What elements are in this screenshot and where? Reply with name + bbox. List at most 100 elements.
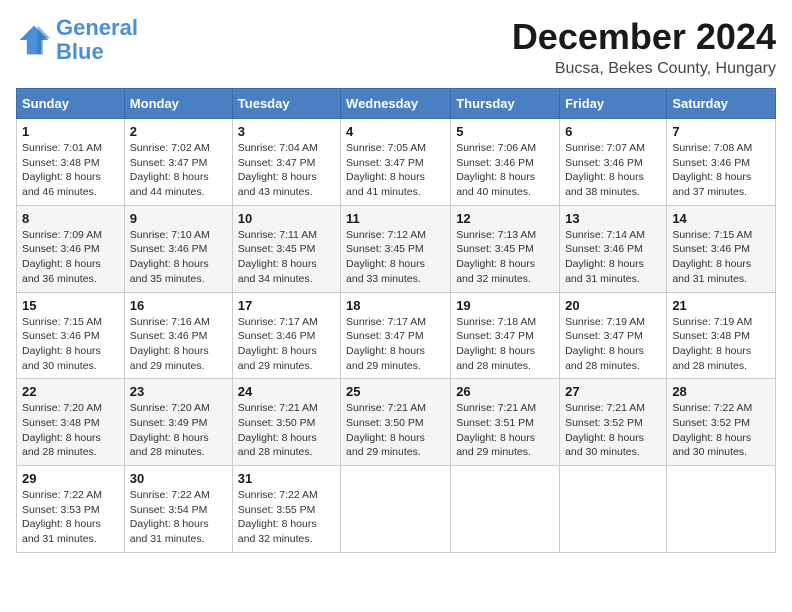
day-info: Sunrise: 7:09 AM Sunset: 3:46 PM Dayligh…	[22, 228, 119, 287]
table-cell	[341, 466, 451, 553]
table-cell: 31 Sunrise: 7:22 AM Sunset: 3:55 PM Dayl…	[232, 466, 340, 553]
day-info: Sunrise: 7:15 AM Sunset: 3:46 PM Dayligh…	[22, 315, 119, 374]
day-number: 31	[238, 471, 335, 486]
table-cell	[560, 466, 667, 553]
day-number: 27	[565, 384, 661, 399]
day-info: Sunrise: 7:22 AM Sunset: 3:54 PM Dayligh…	[130, 488, 227, 547]
day-info: Sunrise: 7:21 AM Sunset: 3:52 PM Dayligh…	[565, 401, 661, 460]
day-info: Sunrise: 7:06 AM Sunset: 3:46 PM Dayligh…	[456, 141, 554, 200]
day-number: 20	[565, 298, 661, 313]
logo-text: General Blue	[56, 16, 138, 64]
table-cell	[451, 466, 560, 553]
day-number: 12	[456, 211, 554, 226]
day-number: 2	[130, 124, 227, 139]
table-cell: 27 Sunrise: 7:21 AM Sunset: 3:52 PM Dayl…	[560, 379, 667, 466]
day-number: 8	[22, 211, 119, 226]
day-number: 18	[346, 298, 445, 313]
col-friday: Friday	[560, 89, 667, 119]
day-info: Sunrise: 7:20 AM Sunset: 3:48 PM Dayligh…	[22, 401, 119, 460]
day-number: 9	[130, 211, 227, 226]
day-info: Sunrise: 7:05 AM Sunset: 3:47 PM Dayligh…	[346, 141, 445, 200]
day-number: 15	[22, 298, 119, 313]
day-info: Sunrise: 7:21 AM Sunset: 3:50 PM Dayligh…	[346, 401, 445, 460]
table-cell: 18 Sunrise: 7:17 AM Sunset: 3:47 PM Dayl…	[341, 292, 451, 379]
calendar-header-row: Sunday Monday Tuesday Wednesday Thursday…	[17, 89, 776, 119]
table-cell: 22 Sunrise: 7:20 AM Sunset: 3:48 PM Dayl…	[17, 379, 125, 466]
table-cell: 3 Sunrise: 7:04 AM Sunset: 3:47 PM Dayli…	[232, 119, 340, 206]
table-cell: 9 Sunrise: 7:10 AM Sunset: 3:46 PM Dayli…	[124, 205, 232, 292]
day-info: Sunrise: 7:15 AM Sunset: 3:46 PM Dayligh…	[672, 228, 770, 287]
location-title: Bucsa, Bekes County, Hungary	[512, 60, 776, 78]
day-number: 5	[456, 124, 554, 139]
month-title: December 2024	[512, 16, 776, 58]
day-number: 28	[672, 384, 770, 399]
day-info: Sunrise: 7:21 AM Sunset: 3:51 PM Dayligh…	[456, 401, 554, 460]
day-info: Sunrise: 7:11 AM Sunset: 3:45 PM Dayligh…	[238, 228, 335, 287]
day-number: 7	[672, 124, 770, 139]
header-area: General Blue December 2024 Bucsa, Bekes …	[16, 16, 776, 78]
day-number: 17	[238, 298, 335, 313]
table-cell: 15 Sunrise: 7:15 AM Sunset: 3:46 PM Dayl…	[17, 292, 125, 379]
table-cell: 10 Sunrise: 7:11 AM Sunset: 3:45 PM Dayl…	[232, 205, 340, 292]
day-number: 3	[238, 124, 335, 139]
table-cell: 4 Sunrise: 7:05 AM Sunset: 3:47 PM Dayli…	[341, 119, 451, 206]
col-wednesday: Wednesday	[341, 89, 451, 119]
day-info: Sunrise: 7:13 AM Sunset: 3:45 PM Dayligh…	[456, 228, 554, 287]
table-cell: 13 Sunrise: 7:14 AM Sunset: 3:46 PM Dayl…	[560, 205, 667, 292]
table-cell: 21 Sunrise: 7:19 AM Sunset: 3:48 PM Dayl…	[667, 292, 776, 379]
day-number: 24	[238, 384, 335, 399]
day-info: Sunrise: 7:04 AM Sunset: 3:47 PM Dayligh…	[238, 141, 335, 200]
day-number: 6	[565, 124, 661, 139]
logo: General Blue	[16, 16, 138, 64]
day-info: Sunrise: 7:18 AM Sunset: 3:47 PM Dayligh…	[456, 315, 554, 374]
table-cell: 8 Sunrise: 7:09 AM Sunset: 3:46 PM Dayli…	[17, 205, 125, 292]
day-info: Sunrise: 7:19 AM Sunset: 3:48 PM Dayligh…	[672, 315, 770, 374]
table-cell: 30 Sunrise: 7:22 AM Sunset: 3:54 PM Dayl…	[124, 466, 232, 553]
table-cell: 19 Sunrise: 7:18 AM Sunset: 3:47 PM Dayl…	[451, 292, 560, 379]
day-number: 11	[346, 211, 445, 226]
day-number: 4	[346, 124, 445, 139]
table-cell	[667, 466, 776, 553]
table-cell: 24 Sunrise: 7:21 AM Sunset: 3:50 PM Dayl…	[232, 379, 340, 466]
table-cell: 25 Sunrise: 7:21 AM Sunset: 3:50 PM Dayl…	[341, 379, 451, 466]
day-number: 23	[130, 384, 227, 399]
day-info: Sunrise: 7:08 AM Sunset: 3:46 PM Dayligh…	[672, 141, 770, 200]
day-number: 22	[22, 384, 119, 399]
day-info: Sunrise: 7:12 AM Sunset: 3:45 PM Dayligh…	[346, 228, 445, 287]
day-info: Sunrise: 7:10 AM Sunset: 3:46 PM Dayligh…	[130, 228, 227, 287]
day-number: 29	[22, 471, 119, 486]
table-cell: 28 Sunrise: 7:22 AM Sunset: 3:52 PM Dayl…	[667, 379, 776, 466]
col-thursday: Thursday	[451, 89, 560, 119]
logo-icon	[16, 22, 52, 58]
title-area: December 2024 Bucsa, Bekes County, Hunga…	[512, 16, 776, 78]
table-cell: 14 Sunrise: 7:15 AM Sunset: 3:46 PM Dayl…	[667, 205, 776, 292]
table-cell: 26 Sunrise: 7:21 AM Sunset: 3:51 PM Dayl…	[451, 379, 560, 466]
table-cell: 16 Sunrise: 7:16 AM Sunset: 3:46 PM Dayl…	[124, 292, 232, 379]
day-info: Sunrise: 7:22 AM Sunset: 3:52 PM Dayligh…	[672, 401, 770, 460]
day-info: Sunrise: 7:19 AM Sunset: 3:47 PM Dayligh…	[565, 315, 661, 374]
day-info: Sunrise: 7:22 AM Sunset: 3:53 PM Dayligh…	[22, 488, 119, 547]
day-info: Sunrise: 7:20 AM Sunset: 3:49 PM Dayligh…	[130, 401, 227, 460]
day-number: 21	[672, 298, 770, 313]
day-info: Sunrise: 7:16 AM Sunset: 3:46 PM Dayligh…	[130, 315, 227, 374]
table-cell: 11 Sunrise: 7:12 AM Sunset: 3:45 PM Dayl…	[341, 205, 451, 292]
day-number: 1	[22, 124, 119, 139]
col-monday: Monday	[124, 89, 232, 119]
table-cell: 2 Sunrise: 7:02 AM Sunset: 3:47 PM Dayli…	[124, 119, 232, 206]
table-cell: 23 Sunrise: 7:20 AM Sunset: 3:49 PM Dayl…	[124, 379, 232, 466]
table-cell: 5 Sunrise: 7:06 AM Sunset: 3:46 PM Dayli…	[451, 119, 560, 206]
col-saturday: Saturday	[667, 89, 776, 119]
col-sunday: Sunday	[17, 89, 125, 119]
day-number: 16	[130, 298, 227, 313]
day-info: Sunrise: 7:14 AM Sunset: 3:46 PM Dayligh…	[565, 228, 661, 287]
day-info: Sunrise: 7:21 AM Sunset: 3:50 PM Dayligh…	[238, 401, 335, 460]
day-info: Sunrise: 7:01 AM Sunset: 3:48 PM Dayligh…	[22, 141, 119, 200]
col-tuesday: Tuesday	[232, 89, 340, 119]
day-number: 13	[565, 211, 661, 226]
table-cell: 20 Sunrise: 7:19 AM Sunset: 3:47 PM Dayl…	[560, 292, 667, 379]
calendar-table: Sunday Monday Tuesday Wednesday Thursday…	[16, 88, 776, 553]
day-number: 19	[456, 298, 554, 313]
table-cell: 7 Sunrise: 7:08 AM Sunset: 3:46 PM Dayli…	[667, 119, 776, 206]
day-info: Sunrise: 7:17 AM Sunset: 3:47 PM Dayligh…	[346, 315, 445, 374]
day-info: Sunrise: 7:22 AM Sunset: 3:55 PM Dayligh…	[238, 488, 335, 547]
